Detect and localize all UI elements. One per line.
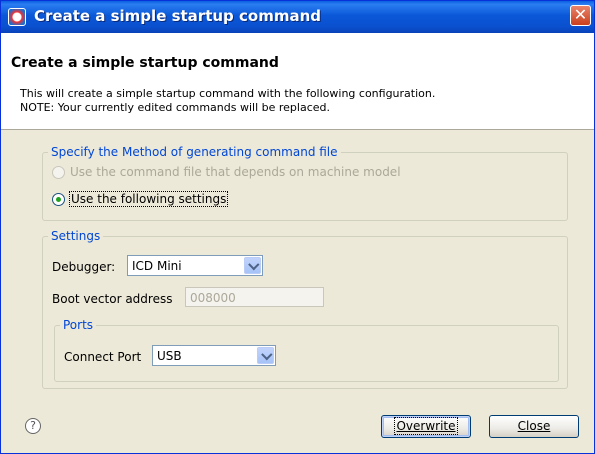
- debugger-label: Debugger:: [52, 260, 116, 274]
- connect-port-label: Connect Port: [64, 350, 142, 364]
- radio-following-settings[interactable]: Use the following settings: [52, 191, 229, 207]
- boot-vector-label: Boot vector address: [52, 292, 173, 306]
- help-glyph: ?: [30, 419, 36, 432]
- close-icon: ✕: [573, 5, 588, 24]
- radio-following-settings-label[interactable]: Use the following settings: [68, 191, 229, 207]
- description-line-2: NOTE: Your currently edited commands wil…: [20, 101, 331, 114]
- page-title: Create a simple startup command: [11, 55, 279, 71]
- dialog-header: Create a simple startup command This wil…: [1, 33, 594, 130]
- description: This will create a simple startup comman…: [20, 87, 435, 115]
- boot-vector-field: 008000: [185, 287, 324, 307]
- title-bar[interactable]: Create a simple startup command ✕: [1, 1, 594, 33]
- connect-port-select[interactable]: USB: [152, 345, 276, 366]
- description-line-1: This will create a simple startup comman…: [20, 87, 436, 100]
- method-group-legend: Specify the Method of generating command…: [51, 145, 338, 159]
- app-icon: [8, 8, 26, 26]
- boot-vector-value: 008000: [190, 291, 236, 305]
- close-window-button[interactable]: ✕: [570, 5, 591, 26]
- overwrite-button[interactable]: Overwrite: [381, 415, 471, 438]
- dialog-window: Create a simple startup command ✕ Create…: [0, 0, 595, 454]
- close-button[interactable]: Close: [489, 415, 579, 438]
- overwrite-button-label: Overwrite: [394, 417, 458, 435]
- radio-machine-model: Use the command file that depends on mac…: [52, 165, 401, 179]
- radio-machine-model-label: Use the command file that depends on mac…: [70, 165, 401, 179]
- chevron-down-icon[interactable]: [244, 257, 261, 274]
- radio-machine-model-indicator: [52, 165, 65, 179]
- help-icon[interactable]: ?: [25, 418, 41, 434]
- window-title: Create a simple startup command: [34, 7, 322, 25]
- radio-following-settings-indicator[interactable]: [52, 192, 65, 206]
- method-group: Specify the Method of generating command…: [42, 145, 568, 221]
- settings-group-legend: Settings: [51, 229, 101, 243]
- debugger-select[interactable]: ICD Mini: [127, 255, 263, 276]
- debugger-select-value: ICD Mini: [132, 259, 182, 273]
- chevron-down-icon[interactable]: [257, 347, 274, 364]
- close-button-label: Close: [517, 419, 551, 433]
- connect-port-select-value: USB: [157, 349, 182, 363]
- ports-group-legend: Ports: [63, 318, 94, 332]
